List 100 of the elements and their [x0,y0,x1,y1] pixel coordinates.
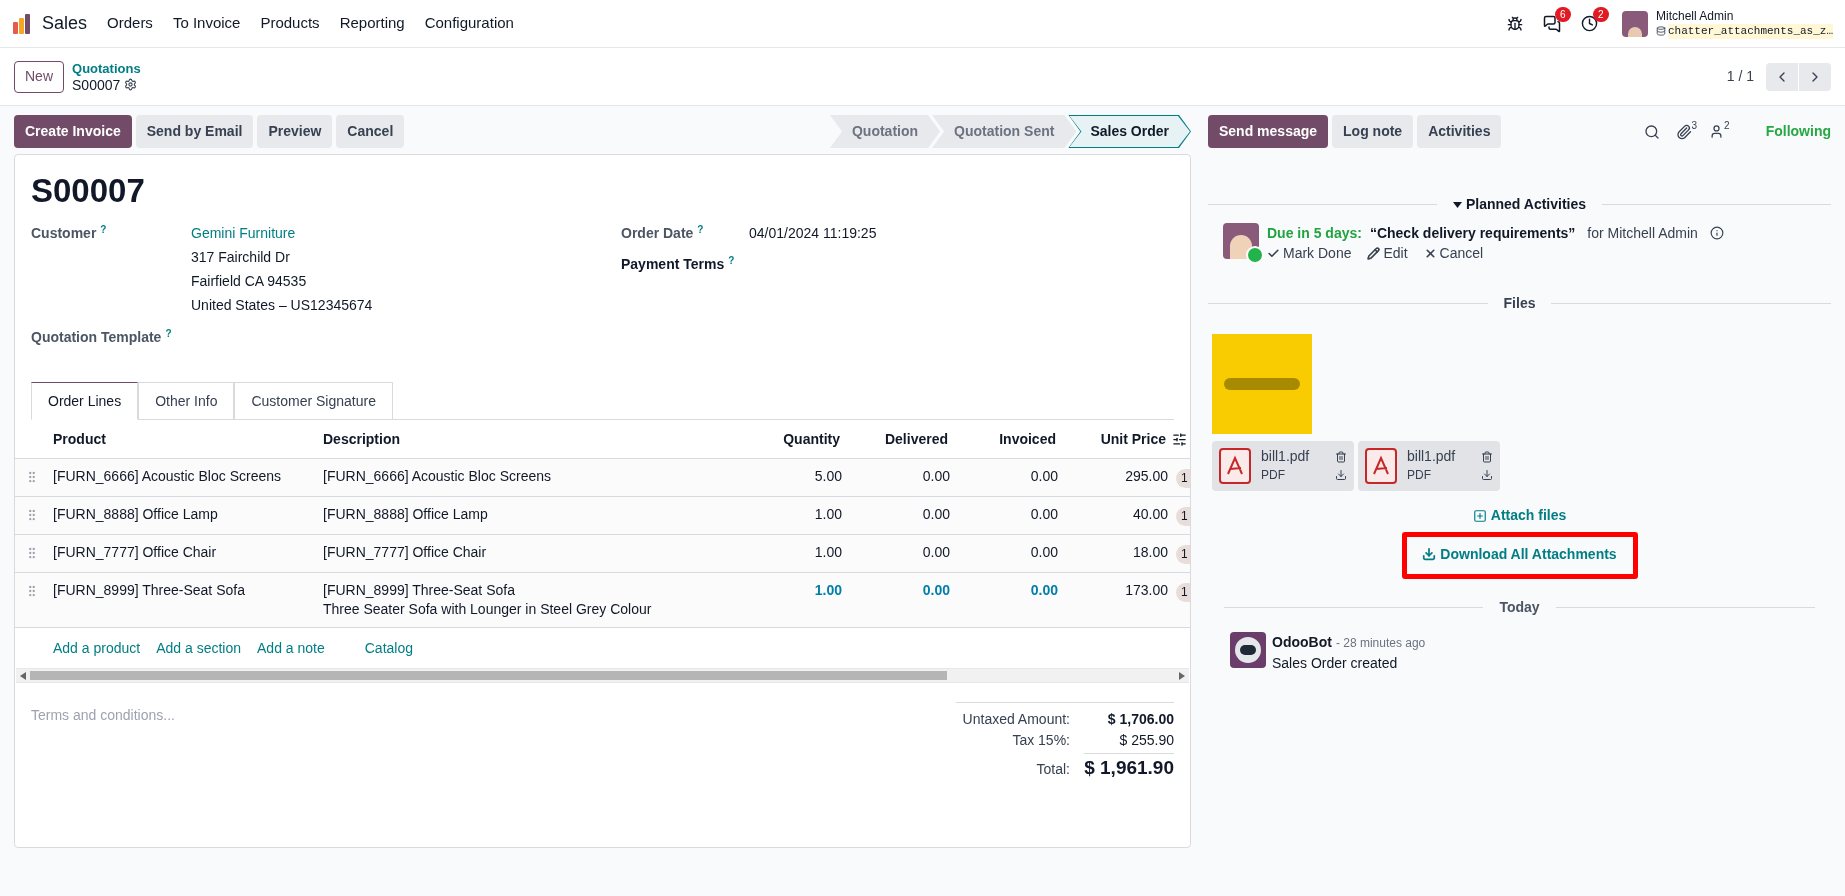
table-row[interactable]: [FURN_6666] Acoustic Bloc Screens [FURN_6666] Acoustic Bloc Screens 5.00 0.00 0.00 295.00 1 [15,459,1190,497]
scroll-right-icon[interactable] [1179,671,1185,680]
delete-icon[interactable] [1335,451,1347,463]
follower-count: 2 [1724,119,1730,133]
new-button[interactable]: New [14,60,64,93]
attach-files-link[interactable]: Attach files [1490,505,1567,526]
column-header[interactable]: Quantity [722,428,842,450]
menu-item[interactable]: Products [260,12,320,35]
table-cell-text: [FURN_7777] Office Chair [53,543,218,562]
add-line-link[interactable]: Add a note [257,637,325,659]
section-heading: Files [1503,294,1536,313]
form-tab[interactable]: Order Lines [31,382,139,420]
status-step[interactable]: Quotation Sent [932,115,1077,148]
count-badge: 2 [1592,7,1609,22]
scroll-left-icon[interactable] [20,671,26,680]
column-header[interactable]: Invoiced [950,428,1058,450]
tax-tag: 1 [1176,583,1190,602]
due-label: Due in 5 days: [1267,224,1362,243]
help-mark[interactable]: ? [100,224,107,235]
form-tab[interactable]: Customer Signature [234,382,393,420]
action-button[interactable]: Create Invoice [14,115,132,148]
menu-item[interactable]: Orders [107,12,153,35]
table-cell-text: [FURN_6666] Acoustic Bloc Screens [323,467,552,486]
file-type: PDF [1407,467,1432,484]
date-heading: Today [1499,598,1540,617]
breadcrumb-current: S00007 [72,76,121,93]
info-icon[interactable] [1709,226,1724,240]
previous-button[interactable] [1766,62,1798,91]
activity-action-link[interactable]: Edit [1383,243,1408,263]
column-header[interactable]: Delivered [842,428,950,450]
table-row[interactable]: [FURN_7777] Office Chair [FURN_7777] Office Chair 1.00 0.00 0.00 18.00 1 [15,535,1190,573]
column-header[interactable]: Product [53,428,323,450]
help-mark[interactable]: ? [165,328,172,339]
message-body: Sales Order created [1272,654,1399,673]
column-header[interactable]: Description [323,428,722,450]
table-cell-text: 40.00 [1131,505,1168,524]
download-icon [1422,547,1437,561]
message-author[interactable]: OdooBot [1272,632,1332,652]
app-name[interactable]: Sales [42,10,88,37]
database-name: chatter_attachments_as_z… [1667,23,1833,39]
customer-link[interactable]: Gemini Furniture [191,221,373,245]
total-label: Total: [1036,760,1070,779]
caret-icon [1452,201,1462,208]
chatter-button[interactable]: Activities [1417,115,1502,148]
table-row[interactable]: [FURN_8999] Three-Seat Sofa [FURN_8999] Three-Seat Sofa Three Seater Sofa with Lounger in Steel Grey Colour 1.00 0.00 0.00 173.00 1 [15,573,1190,628]
activity-action-link[interactable]: Cancel [1439,243,1484,263]
chatter-button[interactable]: Send message [1208,115,1329,148]
column-header[interactable]: Unit Price [1058,428,1168,450]
action-button[interactable]: Send by Email [135,115,254,148]
table-cell-text: 0.00 [1029,543,1058,562]
form-tab[interactable]: Other Info [138,382,235,420]
download-all-link[interactable]: Download All Attachments [1440,543,1617,565]
activity-summary: “Check delivery requirements” [1369,224,1576,243]
followers-icon[interactable] [1709,124,1725,139]
table-cell-text: [FURN_8888] Office Lamp [53,505,219,524]
add-line-link[interactable]: Add a section [156,637,241,659]
help-mark[interactable]: ? [728,255,735,266]
menu-item[interactable]: Configuration [424,12,514,35]
menu-item[interactable]: Reporting [339,12,405,35]
download-icon[interactable] [1481,469,1493,481]
help-mark[interactable]: ? [697,224,704,235]
download-icon[interactable] [1335,469,1347,481]
activity-action-link[interactable]: Mark Done [1283,243,1352,263]
clock-icon[interactable] [1580,15,1598,32]
breadcrumb-link[interactable]: Quotations [72,60,141,77]
message-time: - 28 minutes ago [1335,635,1426,652]
next-button[interactable] [1799,62,1831,91]
user-avatar[interactable] [1621,10,1648,37]
table-cell-text: 5.00 [813,467,842,486]
debug-icon[interactable] [1506,15,1523,32]
table-row[interactable]: [FURN_8888] Office Lamp [FURN_8888] Office Lamp 1.00 0.00 0.00 40.00 1 [15,497,1190,535]
settings-icon[interactable] [124,78,138,91]
attachment-count: 3 [1691,119,1698,133]
search-icon[interactable] [1643,123,1660,140]
table-cell-text: 0.00 [921,543,950,562]
action-button[interactable]: Preview [257,115,333,148]
table-cell-text: 0.00 [921,505,950,524]
add-line-link[interactable]: Catalog [364,637,413,659]
user-name[interactable]: Mitchell Admin [1655,8,1833,24]
chatter-button[interactable]: Log note [1332,115,1414,148]
pager-value[interactable]: 1 / 1 [1726,66,1754,87]
menu-item[interactable]: To Invoice [172,12,241,35]
file-card[interactable]: bill1.pdf PDF [1358,441,1500,491]
check-icon [1267,246,1280,260]
close-icon [1423,246,1437,260]
pdf-file-icon [1365,448,1397,484]
file-card[interactable]: bill1.pdf PDF [1212,441,1354,491]
paperclip-icon[interactable] [1675,123,1692,140]
action-button[interactable]: Cancel [336,115,405,148]
horizontal-scrollbar[interactable] [16,668,1189,683]
section-heading[interactable]: Planned Activities [1452,194,1587,215]
file-name: bill1.pdf [1407,447,1457,466]
plus-icon [1472,508,1487,523]
add-line-link[interactable]: Add a product [53,637,141,659]
status-step[interactable]: Sales Order [1068,115,1191,148]
column-settings-icon[interactable] [1172,431,1187,447]
messages-icon[interactable] [1542,14,1561,33]
status-step[interactable]: Quotation [829,115,941,148]
delete-icon[interactable] [1481,451,1493,463]
order-date-value[interactable]: 04/01/2024 11:19:25 [749,223,877,244]
